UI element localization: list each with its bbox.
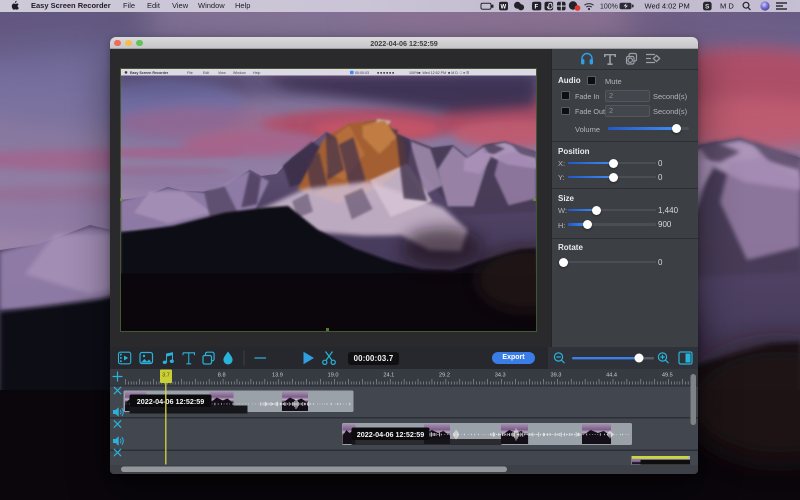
svg-text:2022-04-06 12:52:59: 2022-04-06 12:52:59 <box>357 430 425 439</box>
svg-text:100%: 100% <box>600 4 618 11</box>
svg-text:3.7: 3.7 <box>162 373 170 379</box>
svg-text:00:00:03: 00:00:03 <box>355 71 369 75</box>
svg-text:24.1: 24.1 <box>383 373 394 379</box>
svg-text:13.9: 13.9 <box>272 373 283 379</box>
svg-text:Easy Screen Recorder: Easy Screen Recorder <box>130 71 169 75</box>
svg-text:39.3: 39.3 <box>550 373 561 379</box>
svg-text:File: File <box>187 71 193 75</box>
svg-text:■ ■ ■ ■ ■ ■: ■ ■ ■ ■ ■ ■ <box>377 71 394 75</box>
svg-text:M D: M D <box>720 2 734 11</box>
svg-text:19.0: 19.0 <box>328 373 339 379</box>
svg-text:Wed 4:02 PM: Wed 4:02 PM <box>645 2 690 11</box>
svg-text:View: View <box>218 71 226 75</box>
svg-text:F: F <box>535 4 539 10</box>
svg-text:W: W <box>501 4 507 10</box>
svg-text:49.5: 49.5 <box>662 373 673 379</box>
svg-text:100%■ Wed 12:52 PM ■ M D □: 100%■ Wed 12:52 PM ■ M D □ ● ☰ <box>409 70 470 75</box>
svg-text:2022-04-06 12:52:59: 2022-04-06 12:52:59 <box>137 397 205 406</box>
svg-text:Help: Help <box>253 71 260 75</box>
svg-text:44.4: 44.4 <box>606 373 617 379</box>
svg-text:29.2: 29.2 <box>439 373 450 379</box>
svg-text:8.8: 8.8 <box>218 373 226 379</box>
svg-text:Window: Window <box>233 71 246 75</box>
svg-text:Edit: Edit <box>203 71 209 75</box>
svg-text:S: S <box>705 4 710 11</box>
svg-text:34.3: 34.3 <box>495 373 506 379</box>
